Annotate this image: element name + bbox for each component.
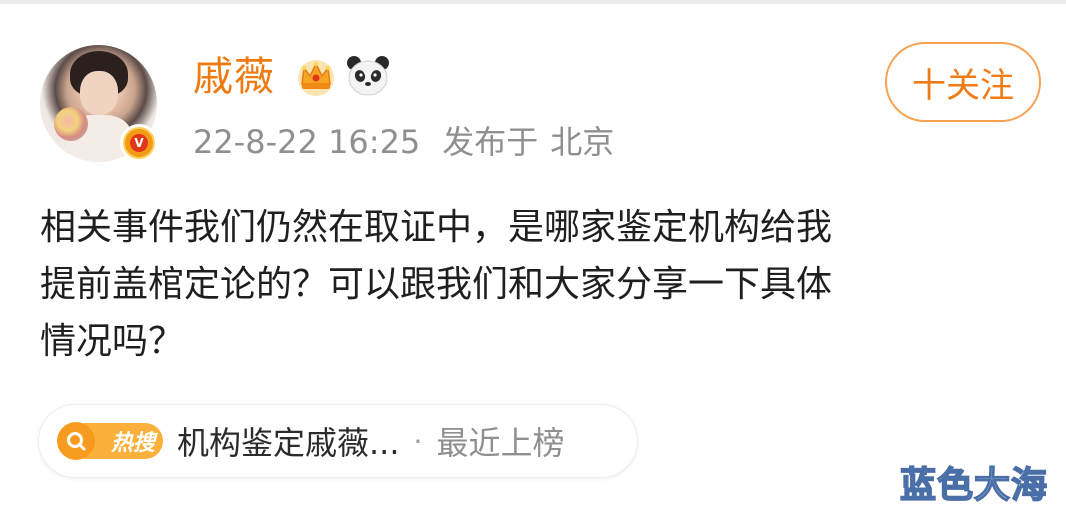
hot-search-status: 最近上榜	[436, 424, 565, 462]
crown-icon[interactable]	[294, 54, 338, 98]
hot-search-title: 机构鉴定戚薇...	[177, 424, 400, 462]
location-prefix: 发布于	[442, 123, 539, 161]
post-timestamp: 22-8-22 16:25	[193, 123, 421, 161]
post-content: 相关事件我们仍然在取证中，是哪家鉴定机构给我 提前盖棺定论的？可以跟我们和大家分…	[40, 199, 1040, 370]
panda-icon[interactable]	[345, 54, 391, 98]
post-location: 北京	[550, 123, 615, 161]
post-meta: 22-8-22 16:25 发布于 北京	[193, 122, 614, 162]
top-divider	[0, 0, 1066, 4]
avatar-flowers	[54, 107, 88, 141]
verified-v-icon: V	[120, 124, 158, 162]
hot-search-badge: 热搜	[57, 420, 163, 462]
avatar-face	[80, 71, 118, 115]
search-icon	[57, 422, 95, 460]
post-content-line: 提前盖棺定论的？可以跟我们和大家分享一下具体	[40, 264, 833, 305]
watermark: 蓝色大海	[899, 464, 1049, 507]
post-content-line: 情况吗？	[40, 321, 185, 362]
hot-search-separator: ·	[413, 424, 423, 458]
post-content-line: 相关事件我们仍然在取证中，是哪家鉴定机构给我	[40, 207, 833, 248]
follow-button[interactable]: 十关注	[885, 42, 1041, 122]
hot-search-card[interactable]: 热搜 机构鉴定戚薇... · 最近上榜	[38, 404, 638, 478]
author-name[interactable]: 戚薇	[193, 52, 275, 102]
